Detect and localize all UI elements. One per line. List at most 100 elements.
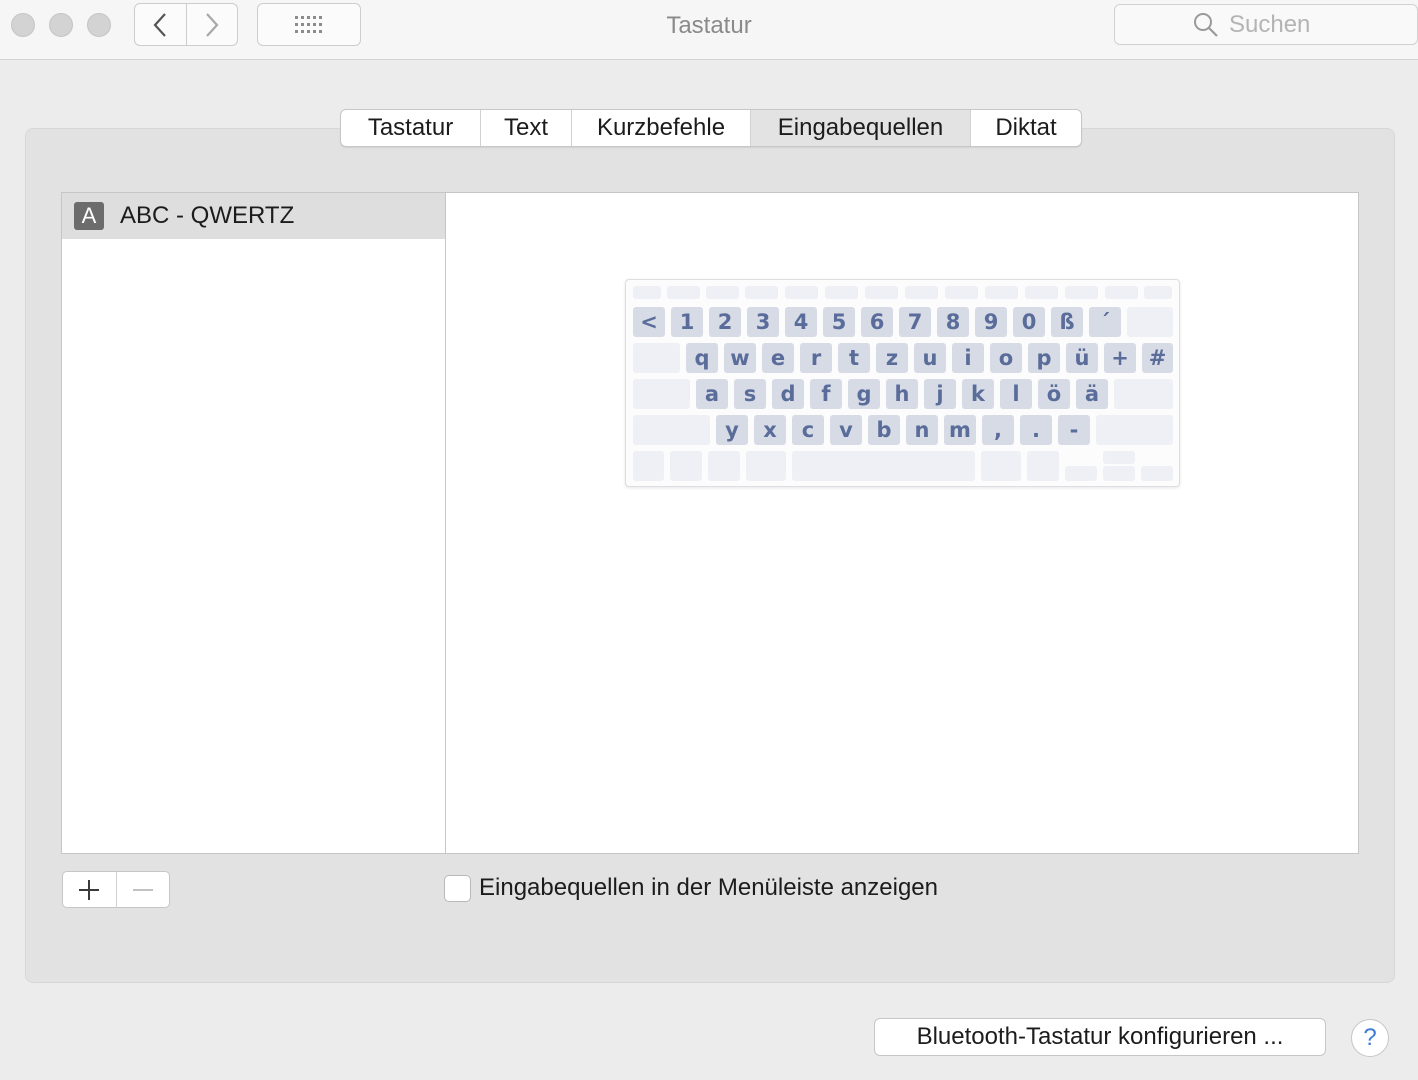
list-item[interactable]: A ABC - QWERTZ <box>62 193 445 239</box>
key-a-umlaut: ä <box>1076 379 1108 409</box>
show-in-menubar-label[interactable]: Eingabequellen in der Menüleiste anzeige… <box>479 874 938 902</box>
search-input[interactable] <box>1229 10 1339 39</box>
key-g: g <box>848 379 880 409</box>
key-option-left <box>708 451 740 481</box>
key-7: 7 <box>899 307 931 337</box>
show-in-menubar-checkbox[interactable] <box>444 874 471 902</box>
title-bar: Tastatur <box>0 0 1418 60</box>
key-arrow-down <box>1103 466 1135 481</box>
key-w: w <box>724 343 756 373</box>
key-h: h <box>886 379 918 409</box>
key-j: j <box>924 379 956 409</box>
key-blank <box>945 286 978 299</box>
plus-icon <box>79 879 100 900</box>
key-i: i <box>952 343 984 373</box>
key-a: a <box>696 379 728 409</box>
key-k: k <box>962 379 994 409</box>
key-q: q <box>686 343 718 373</box>
add-remove-control <box>62 871 170 908</box>
key-blank <box>785 286 818 299</box>
tab-eingabequellen[interactable]: Eingabequellen <box>750 110 970 146</box>
key-plus: + <box>1104 343 1136 373</box>
key-5: 5 <box>823 307 855 337</box>
key-blank <box>1065 286 1098 299</box>
key-9: 9 <box>975 307 1007 337</box>
tab-bar: Tastatur Text Kurzbefehle Eingabequellen… <box>340 109 1082 147</box>
key-shift-right <box>1096 415 1173 445</box>
key-hash: # <box>1142 343 1173 373</box>
key-6: 6 <box>861 307 893 337</box>
key-command-left <box>746 451 786 481</box>
tab-tastatur[interactable]: Tastatur <box>341 110 480 146</box>
key-m: m <box>944 415 976 445</box>
key-d: d <box>772 379 804 409</box>
key-blank <box>745 286 778 299</box>
key-blank <box>667 286 700 299</box>
keyboard-layout-preview: < 1 2 3 4 5 6 7 8 9 0 ß ´ q w e r t z u … <box>625 279 1180 487</box>
input-source-label: ABC - QWERTZ <box>120 202 295 229</box>
key-blank <box>825 286 858 299</box>
key-minus: - <box>1058 415 1090 445</box>
input-source-list: A ABC - QWERTZ <box>61 192 446 854</box>
key-blank <box>1105 286 1138 299</box>
key-arrow-left <box>1065 466 1097 481</box>
key-s: s <box>734 379 766 409</box>
key-8: 8 <box>937 307 969 337</box>
key-fn <box>633 451 664 481</box>
search-icon <box>1194 12 1218 37</box>
key-y: y <box>716 415 748 445</box>
key-blank <box>865 286 898 299</box>
key-delete <box>1127 307 1173 337</box>
key-1: 1 <box>671 307 703 337</box>
key-period: . <box>1020 415 1052 445</box>
key-u-umlaut: ü <box>1066 343 1098 373</box>
key-space <box>792 451 975 481</box>
key-c: c <box>792 415 824 445</box>
key-u: u <box>914 343 946 373</box>
help-button[interactable]: ? <box>1351 1019 1389 1057</box>
key-blank <box>706 286 739 299</box>
key-e: e <box>762 343 794 373</box>
key-v: v <box>830 415 862 445</box>
key-shift-left <box>633 415 710 445</box>
key-t: t <box>838 343 870 373</box>
add-input-source-button[interactable] <box>63 872 116 907</box>
key-comma: , <box>982 415 1014 445</box>
key-option-right <box>1027 451 1059 481</box>
tab-kurzbefehle[interactable]: Kurzbefehle <box>571 110 750 146</box>
key-less-than: < <box>633 307 665 337</box>
key-blank <box>633 286 661 299</box>
key-b: b <box>868 415 900 445</box>
key-eszett: ß <box>1051 307 1083 337</box>
key-control <box>670 451 702 481</box>
key-l: l <box>1000 379 1032 409</box>
tab-text[interactable]: Text <box>480 110 571 146</box>
keyboard-preview-panel: < 1 2 3 4 5 6 7 8 9 0 ß ´ q w e r t z u … <box>445 192 1359 854</box>
remove-input-source-button[interactable] <box>115 872 170 907</box>
key-caps-lock <box>633 379 690 409</box>
tab-diktat[interactable]: Diktat <box>970 110 1081 146</box>
key-x: x <box>754 415 786 445</box>
show-in-menubar-option: Eingabequellen in der Menüleiste anzeige… <box>444 874 938 902</box>
key-4: 4 <box>785 307 817 337</box>
key-arrow-right <box>1141 466 1173 481</box>
key-blank <box>1025 286 1058 299</box>
minus-icon <box>132 888 153 891</box>
key-blank <box>1144 286 1172 299</box>
key-f: f <box>810 379 842 409</box>
key-p: p <box>1028 343 1060 373</box>
key-blank <box>985 286 1018 299</box>
configure-bluetooth-keyboard-button[interactable]: Bluetooth-Tastatur konfigurieren ... <box>874 1018 1326 1056</box>
key-arrow-up <box>1103 451 1135 464</box>
key-acute: ´ <box>1089 307 1121 337</box>
key-r: r <box>800 343 832 373</box>
key-blank <box>905 286 938 299</box>
key-0: 0 <box>1013 307 1045 337</box>
key-tab <box>633 343 680 373</box>
key-2: 2 <box>709 307 741 337</box>
search-field[interactable] <box>1114 4 1418 45</box>
key-o-umlaut: ö <box>1038 379 1070 409</box>
key-n: n <box>906 415 938 445</box>
key-o: o <box>990 343 1022 373</box>
key-command-right <box>981 451 1021 481</box>
